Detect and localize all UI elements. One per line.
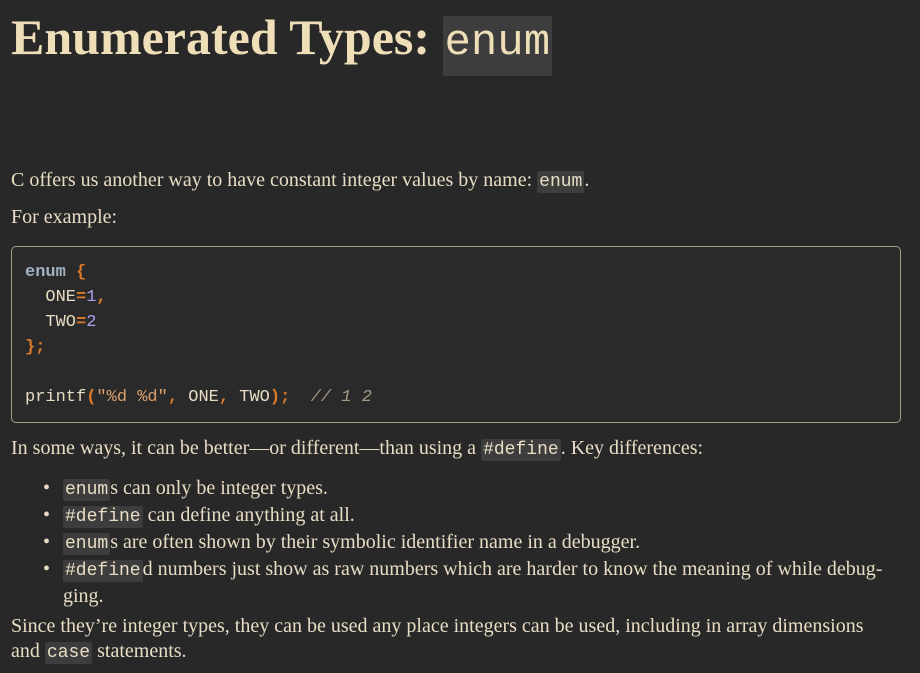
code-ident-two: TWO	[45, 313, 77, 332]
intro-code: enum	[537, 171, 585, 193]
list-item-code: enum	[63, 533, 111, 555]
closing-paragraph-line2: and case statements.	[11, 639, 187, 666]
page-title: Enumerated Types: enum	[11, 6, 553, 76]
code-line-2: ONE=1,	[25, 285, 107, 310]
code-arg-one: ONE	[188, 388, 219, 407]
code-equals: =	[76, 288, 87, 307]
page-title-code: enum	[442, 16, 553, 76]
bullet-glyph: •	[43, 531, 51, 553]
intro-end: .	[584, 169, 590, 191]
bullet-glyph: •	[43, 477, 51, 499]
code-line-3: TWO=2	[25, 310, 96, 335]
code-format-string: "%d %d"	[96, 388, 168, 407]
differences-list: • enum s can only be integer types. • #defi…	[11, 476, 911, 609]
list-item: • enum s are often shown by their symbolic…	[11, 530, 911, 557]
list-item-code: #define	[63, 560, 143, 582]
code-keyword-enum: enum	[25, 263, 66, 282]
code-equals: =	[76, 313, 87, 332]
list-item-text: s are often shown by their symbolic iden…	[110, 531, 641, 553]
code-open-paren: (	[86, 388, 97, 407]
code-block: enum { ONE=1, TWO=2 }; printf("%d %d", O…	[11, 246, 901, 423]
code-number-one: 1	[86, 288, 97, 307]
list-item-text-continued: ging.	[63, 585, 104, 607]
intro-paragraph: C offers us another way to have constant…	[11, 168, 589, 195]
closing-end: statements.	[92, 640, 187, 662]
list-item-text: d numbers just show as raw numbers which…	[142, 558, 883, 580]
code-line-1: enum {	[25, 260, 86, 285]
intro-text: C offers us another way to have constant…	[11, 169, 538, 191]
code-comma: ,	[218, 388, 230, 407]
list-item: • #define can define anything at all.	[11, 503, 911, 530]
comparison-paragraph: In some ways, it can be better—or differ…	[11, 436, 703, 463]
code-line-4: };	[25, 335, 45, 360]
code-comment: // 1 2	[310, 388, 372, 407]
closing-code: case	[44, 642, 93, 664]
list-item: • enum s can only be integer types.	[11, 476, 911, 503]
list-item: • #define d numbers just show as raw numbe…	[11, 557, 911, 609]
comparison-end: . Key differences:	[560, 437, 704, 459]
comparison-code: #define	[481, 439, 561, 461]
comparison-text: In some ways, it can be better—or differ…	[11, 437, 482, 459]
list-item-text: can define anything at all.	[142, 504, 355, 526]
code-line-6: printf("%d %d", ONE, TWO); // 1 2	[25, 385, 372, 410]
list-item-code: #define	[63, 506, 143, 528]
code-number-two: 2	[86, 313, 97, 332]
code-close-paren: );	[269, 388, 291, 407]
closing-paragraph-line1: Since they’re integer types, they can be…	[11, 615, 864, 637]
bullet-glyph: •	[43, 558, 51, 580]
closing-and: and	[11, 640, 45, 662]
bullet-glyph: •	[43, 504, 51, 526]
page-title-text: Enumerated Types:	[11, 9, 443, 65]
code-ident-one: ONE	[45, 288, 77, 307]
list-item-text: s can only be integer types.	[110, 477, 328, 499]
example-label: For example:	[11, 206, 118, 228]
code-open-brace: {	[76, 263, 87, 282]
code-arg-two: TWO	[239, 388, 270, 407]
code-comma: ,	[96, 288, 107, 307]
code-close-brace: };	[25, 338, 46, 357]
list-item-code: enum	[63, 479, 111, 501]
code-function-printf: printf	[25, 388, 87, 407]
code-comma: ,	[167, 388, 179, 407]
